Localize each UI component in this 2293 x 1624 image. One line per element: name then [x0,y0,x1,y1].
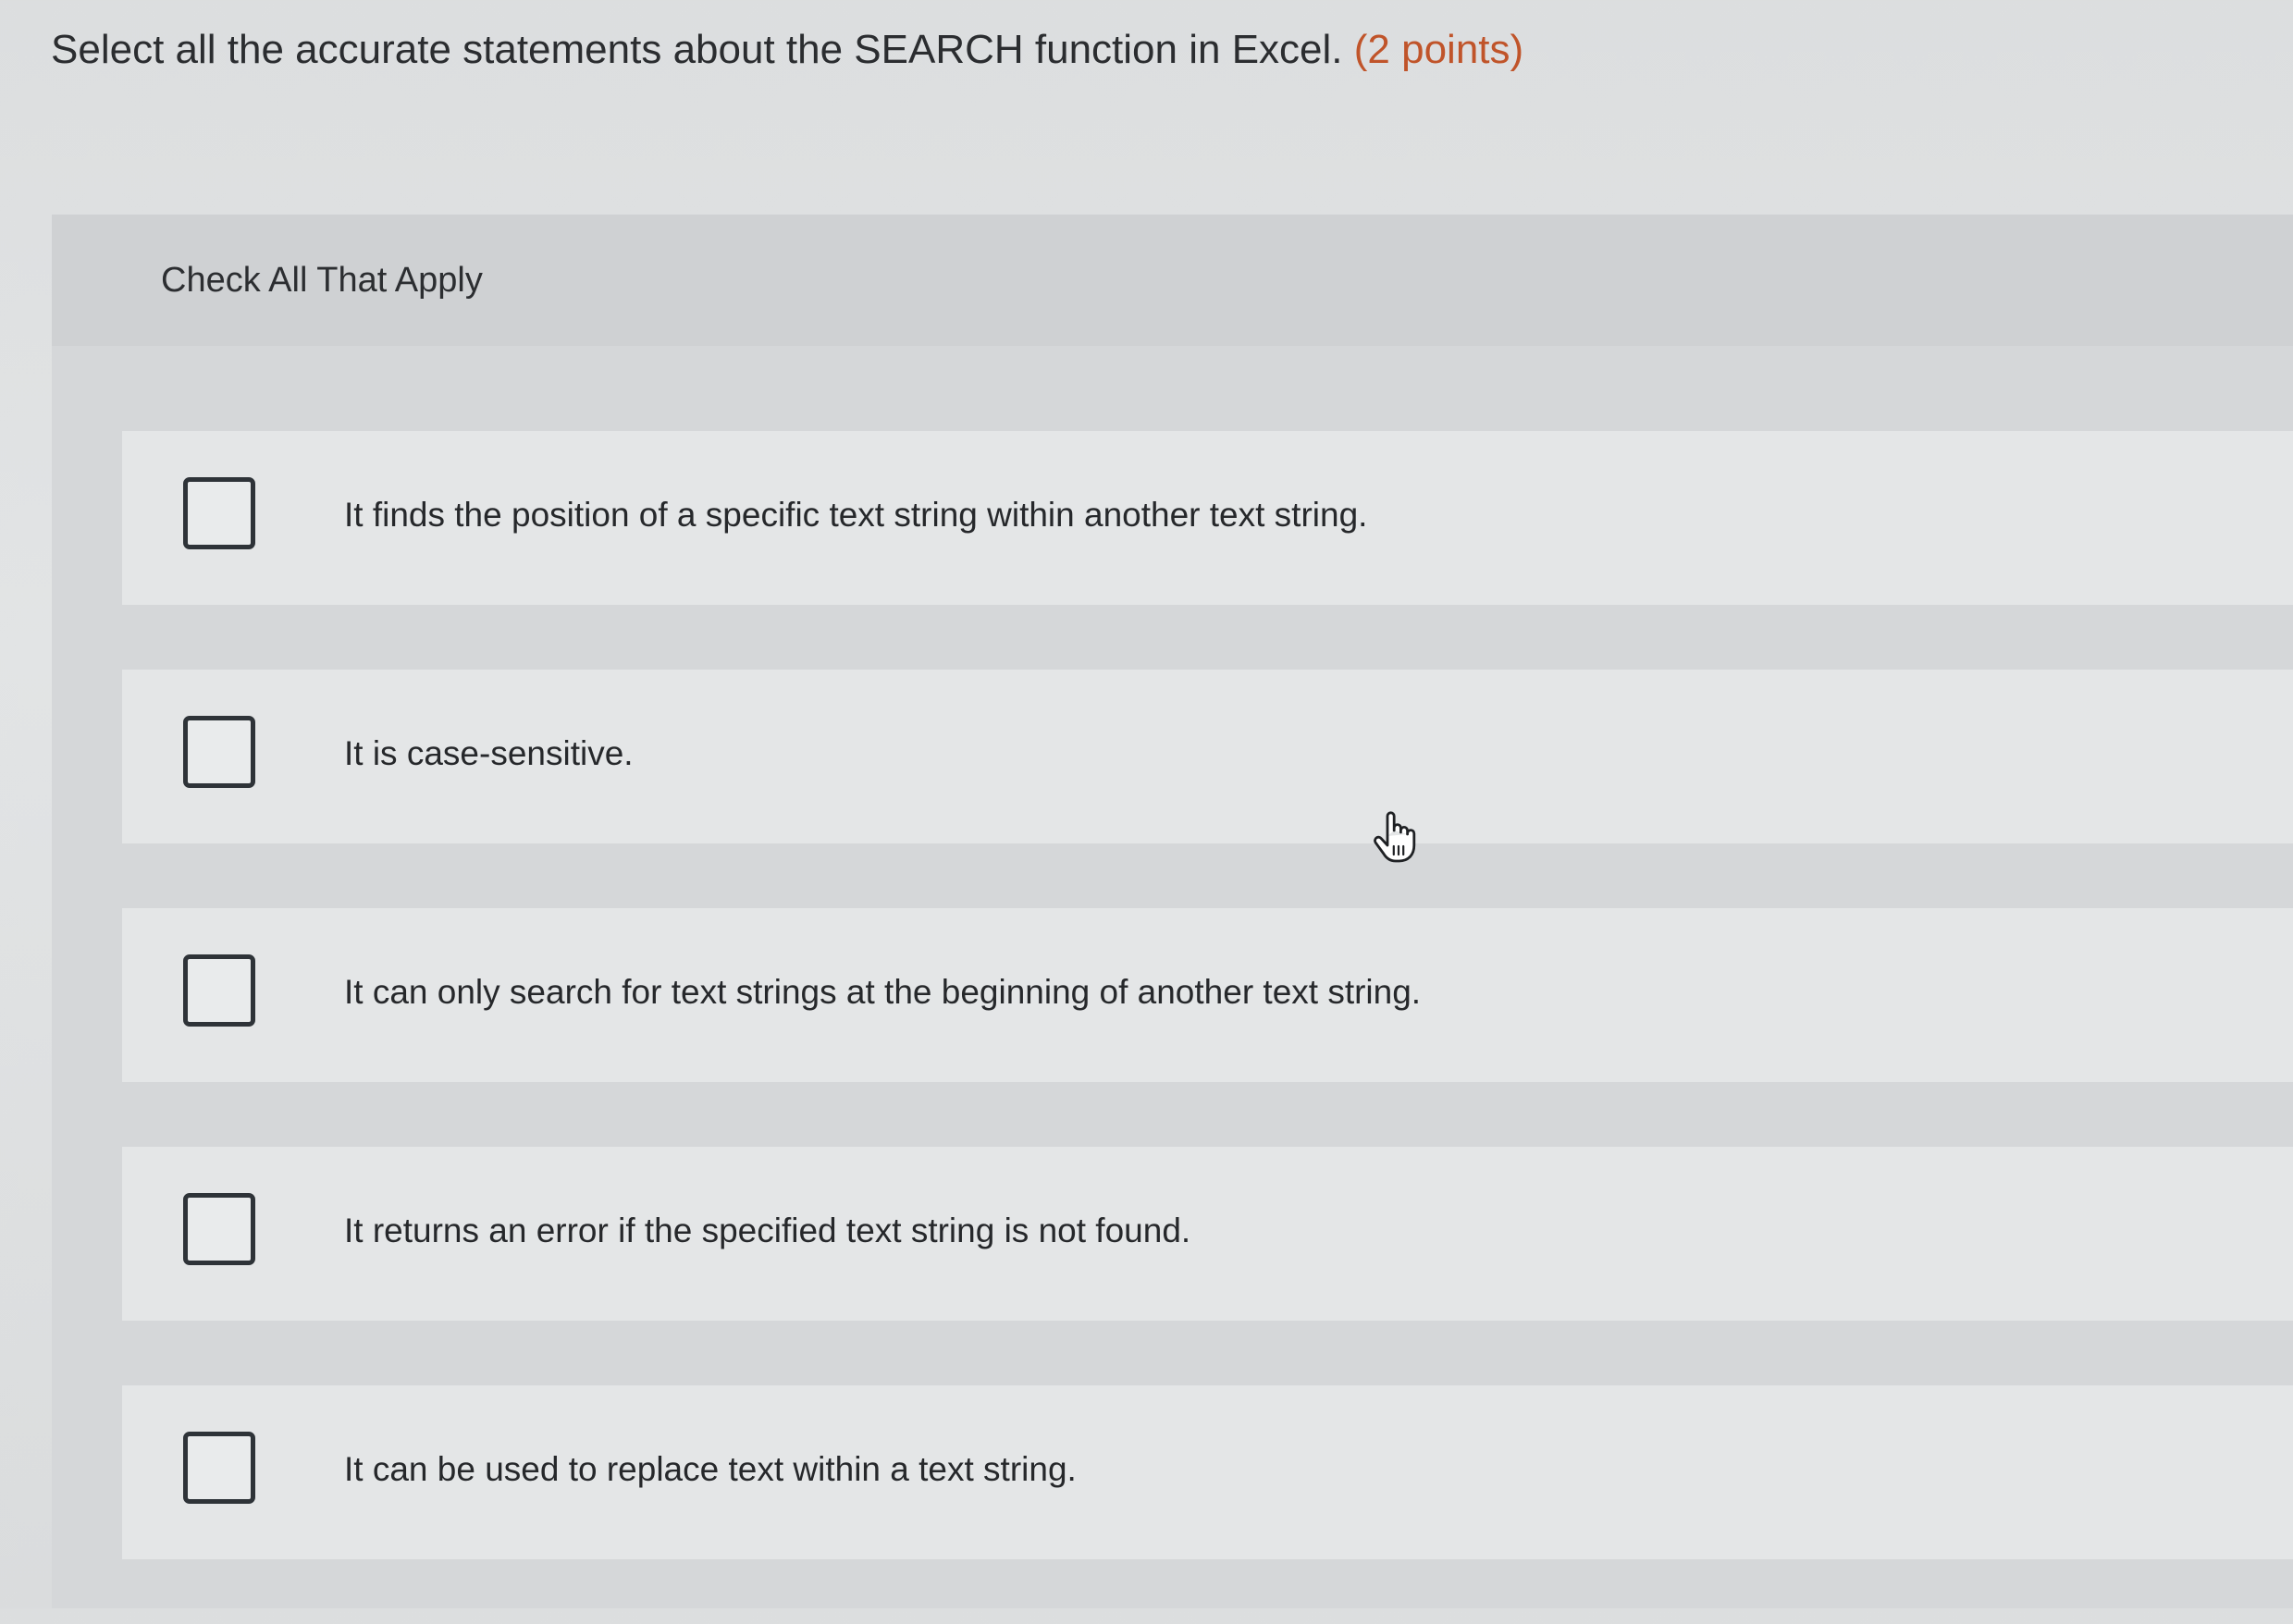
question-prompt: Select all the accurate statements about… [51,26,1523,74]
panel-header: Check All That Apply [52,215,2293,346]
answer-option-2[interactable]: It is case-sensitive. [122,670,2293,843]
option-label[interactable]: It can only search for text strings at t… [344,971,1421,1014]
answer-option-3[interactable]: It can only search for text strings at t… [122,908,2293,1082]
checkbox-unchecked-icon[interactable] [183,477,255,549]
answer-panel: Check All That Apply It finds the positi… [52,215,2293,1608]
checkbox-unchecked-icon[interactable] [183,954,255,1027]
answer-option-1[interactable]: It finds the position of a specific text… [122,431,2293,605]
answer-options: It finds the position of a specific text… [122,431,2293,1624]
answer-option-5[interactable]: It can be used to replace text within a … [122,1385,2293,1559]
checkbox-unchecked-icon[interactable] [183,716,255,788]
question-text: Select all the accurate statements about… [51,27,1343,72]
option-label[interactable]: It can be used to replace text within a … [344,1448,1077,1491]
option-label[interactable]: It finds the position of a specific text… [344,494,1367,536]
check-all-that-apply-label: Check All That Apply [161,261,483,300]
checkbox-unchecked-icon[interactable] [183,1193,255,1265]
answer-option-4[interactable]: It returns an error if the specified tex… [122,1147,2293,1321]
hand-pointer-cursor-icon [1374,811,1416,863]
option-label[interactable]: It returns an error if the specified tex… [344,1210,1190,1252]
checkbox-unchecked-icon[interactable] [183,1432,255,1504]
option-label[interactable]: It is case-sensitive. [344,732,634,775]
question-points: (2 points) [1353,27,1524,72]
